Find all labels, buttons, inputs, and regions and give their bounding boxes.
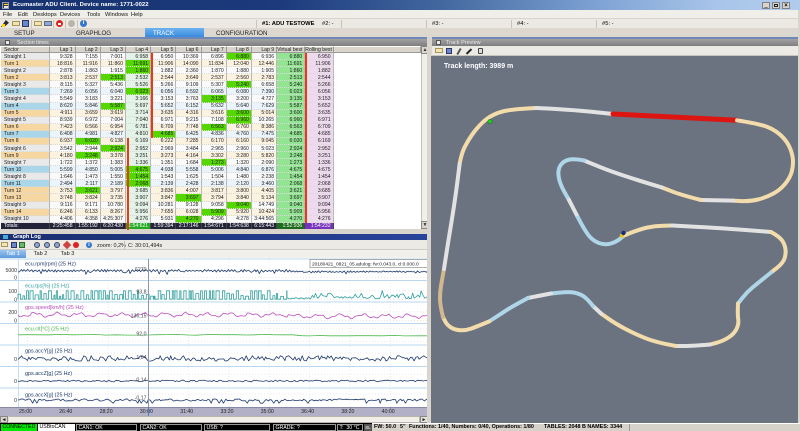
svg-text:92,0: 92,0 <box>136 332 146 338</box>
svg-text:0,14: 0,14 <box>136 378 146 384</box>
svg-text:1,04: 1,04 <box>136 355 146 361</box>
svg-text:gps.speed[km/h] (25 Hz): gps.speed[km/h] (25 Hz) <box>25 305 84 311</box>
svg-text:gps.accY[g] (25 Hz): gps.accY[g] (25 Hz) <box>25 348 73 354</box>
svg-text:ecu.rpm[rpm] (25 Hz): ecu.rpm[rpm] (25 Hz) <box>25 262 76 268</box>
svg-text:0: 0 <box>14 379 17 385</box>
svg-text:5000: 5000 <box>5 268 17 274</box>
svg-text:200: 200 <box>8 310 17 316</box>
svg-text:136,15: 136,15 <box>131 314 147 320</box>
svg-text:6270: 6270 <box>135 267 147 273</box>
svg-text:gps.accX[g] (25 Hz): gps.accX[g] (25 Hz) <box>25 392 73 398</box>
svg-text:0: 0 <box>14 357 17 363</box>
svg-text:ecu.clt[°C] (25 Hz): ecu.clt[°C] (25 Hz) <box>25 327 69 333</box>
svg-text:ecu.tps[%] (25 Hz): ecu.tps[%] (25 Hz) <box>25 284 70 290</box>
svg-text:gps.accZ[g] (25 Hz): gps.accZ[g] (25 Hz) <box>25 371 72 377</box>
svg-text:0: 0 <box>14 398 17 404</box>
svg-text:93,8: 93,8 <box>136 290 146 296</box>
svg-text:-0,17: -0,17 <box>135 396 147 402</box>
svg-text:0: 0 <box>14 318 17 324</box>
svg-text:0: 0 <box>14 297 17 303</box>
svg-text:20180421_0821_05.adulog: fw:0.: 20180421_0821_05.adulog: fw:0.043.0, cl:… <box>312 262 419 268</box>
svg-text:0: 0 <box>14 276 17 282</box>
svg-text:100: 100 <box>8 289 17 295</box>
